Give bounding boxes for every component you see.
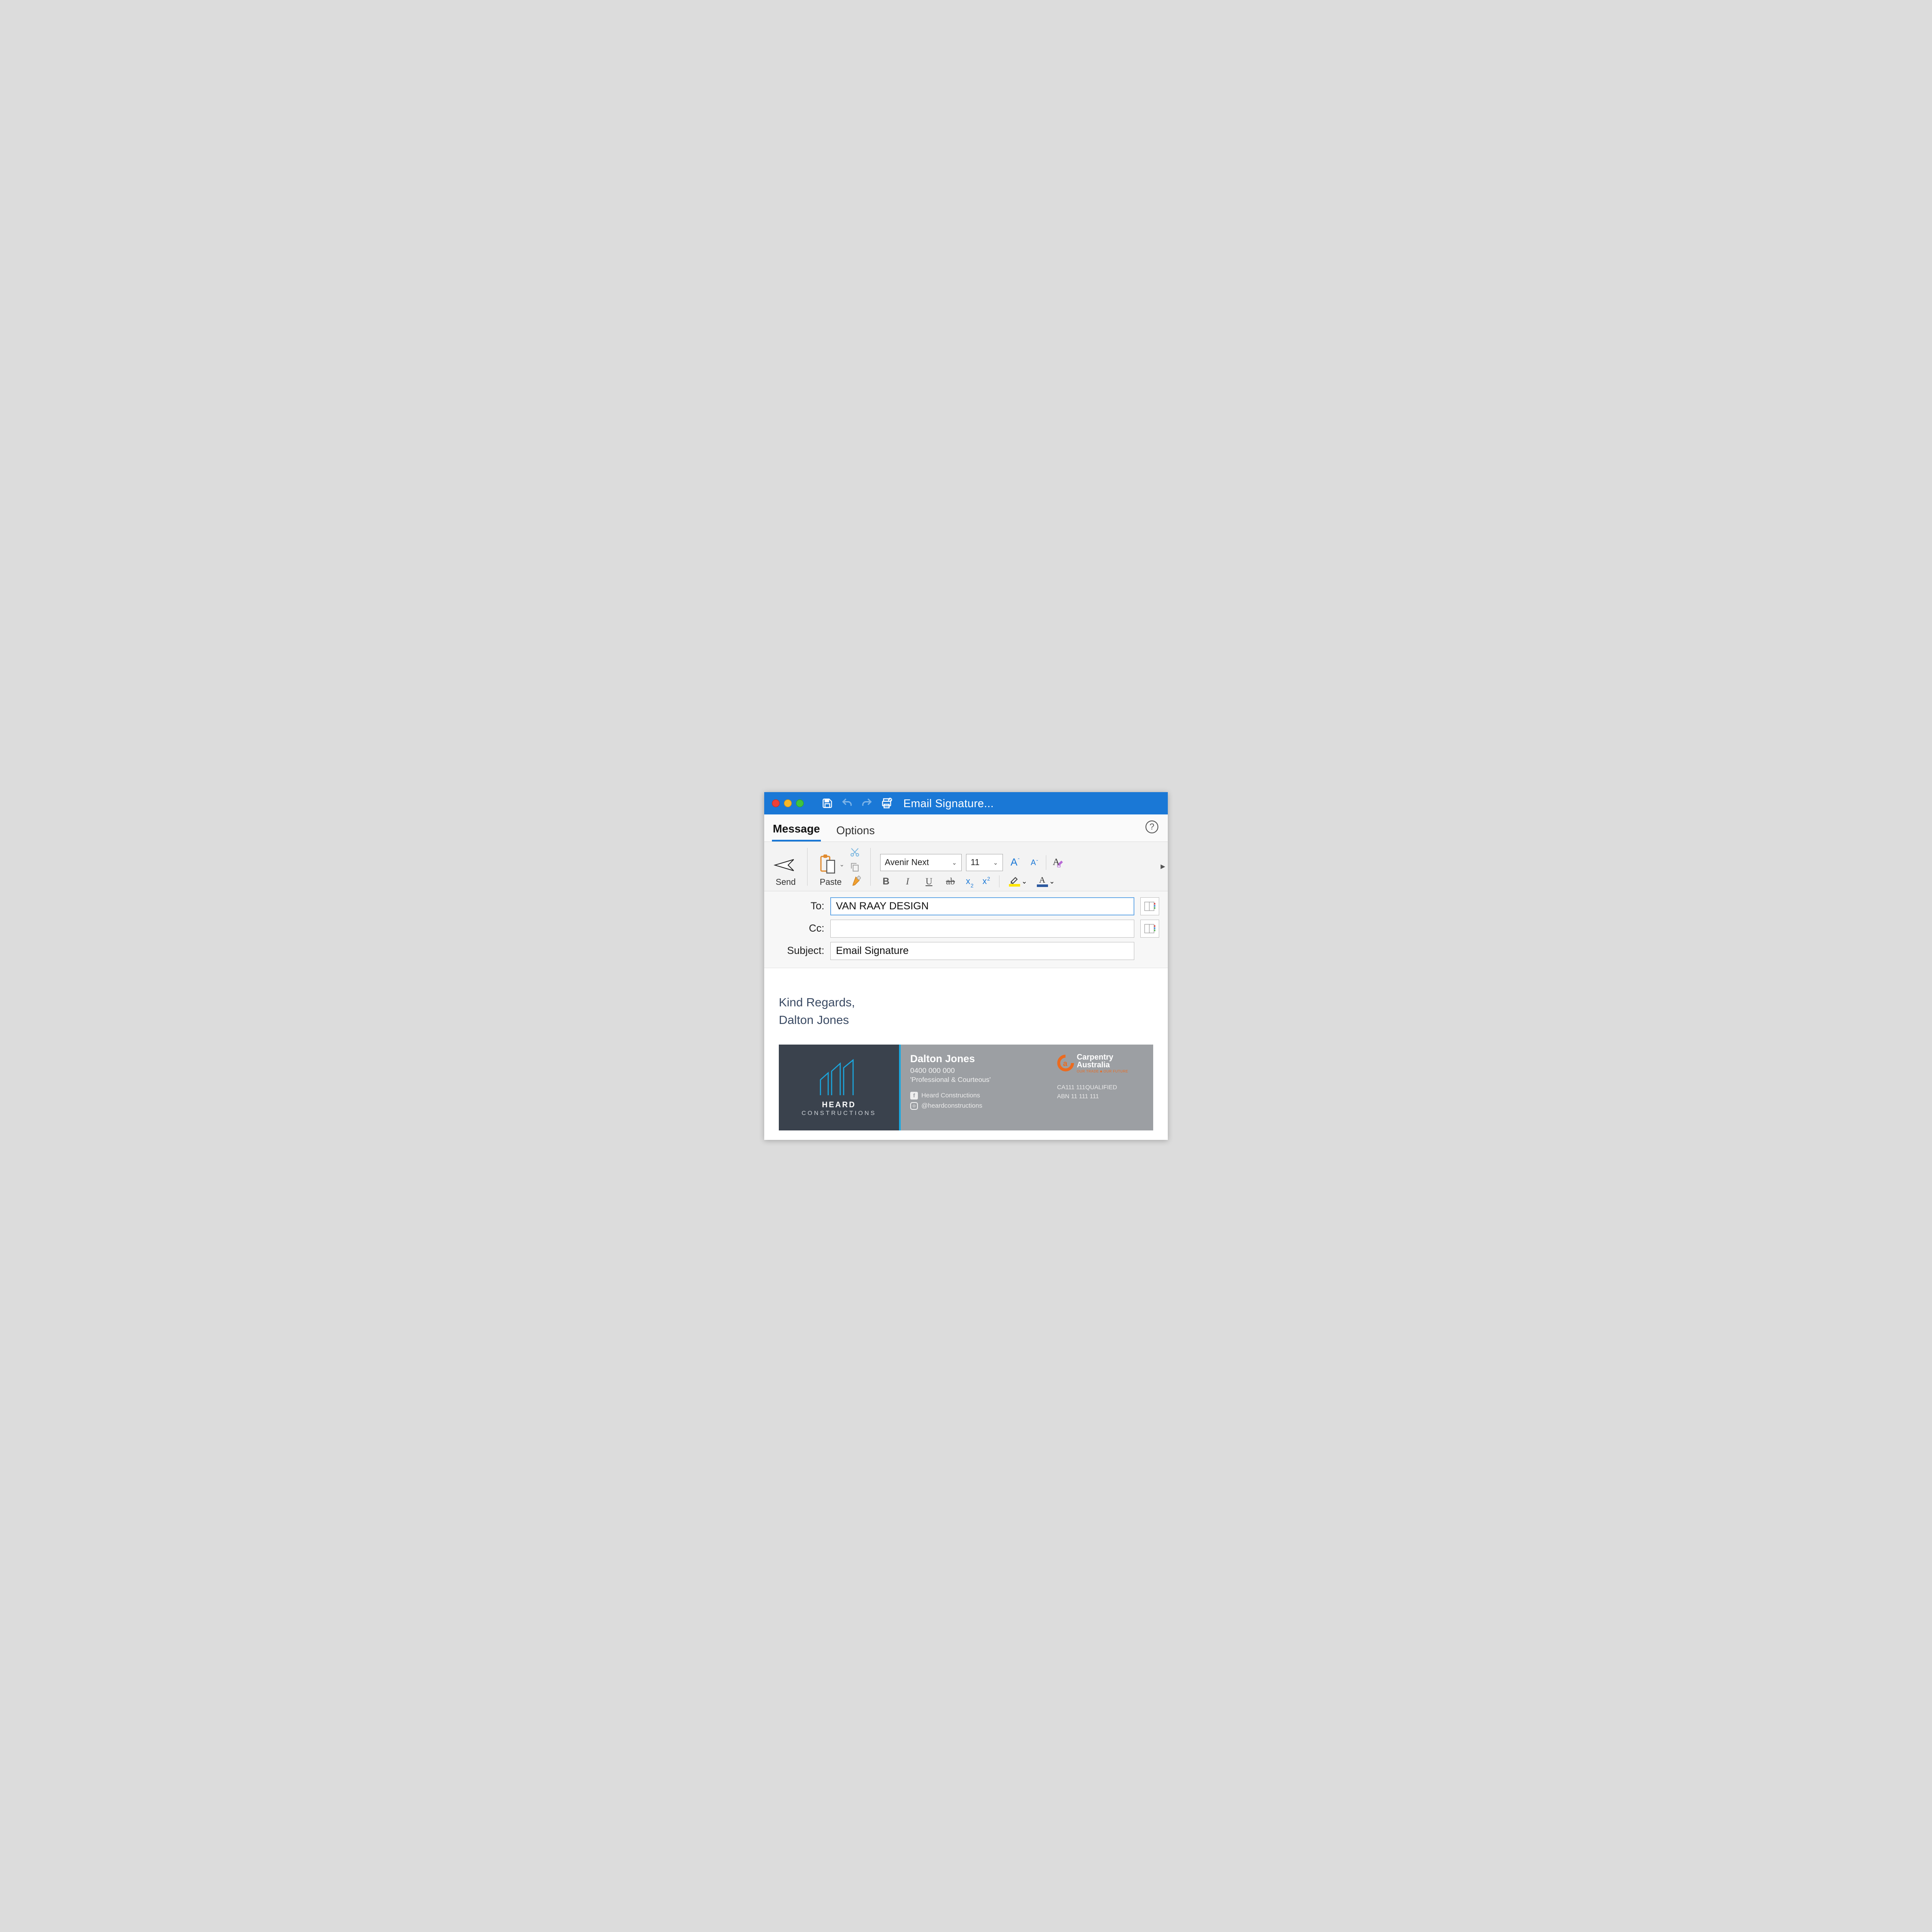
compose-window: Email Signature... Message Options ? Sen… [764,792,1168,1139]
paste-label: Paste [820,878,841,887]
window-controls [772,799,804,807]
signature-card: HEARD CONSTRUCTIONS Dalton Jones 0400 00… [779,1045,1153,1130]
facebook-icon: f [910,1092,918,1100]
tab-options[interactable]: Options [835,820,876,841]
svg-text:a: a [1063,1059,1068,1068]
titlebar: Email Signature... [764,792,1168,814]
signature-phone: 0400 000 000 [910,1066,1045,1075]
save-icon[interactable] [821,797,834,810]
ribbon-overflow-button[interactable]: ▶ [1160,863,1165,870]
qualification-text: CA111 111QUALIFIED [1057,1083,1145,1092]
bold-button[interactable]: B [880,876,892,887]
tab-message[interactable]: Message [772,819,821,841]
help-icon[interactable]: ? [1145,820,1158,833]
cc-input[interactable] [830,920,1134,938]
underline-button[interactable]: U [923,876,935,887]
cc-addressbook-button[interactable] [1140,920,1159,938]
close-window-button[interactable] [772,799,780,807]
font-size-value: 11 [971,858,980,868]
signature-details: Dalton Jones 0400 000 000 'Professional … [901,1045,1054,1130]
send-button[interactable] [774,857,798,875]
redo-icon[interactable] [860,797,873,810]
signature-tagline: 'Professional & Courteous' [910,1076,1045,1084]
brand-name-1: HEARD [822,1100,856,1109]
subject-label: Subject: [773,945,824,957]
minimize-window-button[interactable] [784,799,792,807]
header-fields: To: Cc: Subject: [764,891,1168,968]
greeting-line1: Kind Regards, [779,994,1153,1012]
ribbon: Send ⌄ Paste Avenir Next⌄ [764,841,1168,891]
signature-instagram: @heardconstructions [910,1102,1045,1110]
format-painter-icon[interactable] [849,875,861,887]
font-group: Avenir Next⌄ 11⌄ Aˆ Aˇ A B I U ab x2 x2 [876,846,1068,887]
to-addressbook-button[interactable] [1140,897,1159,915]
paste-button[interactable]: ⌄ [817,854,844,875]
to-input[interactable] [830,897,1134,915]
superscript-button[interactable]: x2 [982,877,990,887]
heard-logo-icon [815,1058,863,1097]
signature-name: Dalton Jones [910,1053,1045,1065]
italic-button[interactable]: I [902,876,914,887]
greeting-line2: Dalton Jones [779,1012,1153,1029]
cc-label: Cc: [773,923,824,935]
signature-facebook: f Heard Constructions [910,1092,1045,1100]
signature-accreditation: a Carpentry Australia OUR TRADE ■ OUR FU… [1054,1045,1153,1130]
signature-logo-panel: HEARD CONSTRUCTIONS [779,1045,899,1130]
paste-group: ⌄ Paste [813,846,865,887]
subject-input[interactable] [830,942,1134,960]
font-color-button[interactable]: A ⌄ [1037,876,1055,887]
grow-font-button[interactable]: Aˆ [1007,857,1023,869]
print-icon[interactable] [880,797,893,810]
maximize-window-button[interactable] [796,799,804,807]
instagram-icon [910,1102,918,1110]
abn-text: ABN 11 111 111 [1057,1092,1145,1101]
font-name-select[interactable]: Avenir Next⌄ [880,854,962,871]
carpentry-australia-logo: a Carpentry Australia OUR TRADE ■ OUR FU… [1057,1053,1145,1073]
highlight-button[interactable]: ⌄ [1009,876,1027,887]
send-label: Send [776,878,796,887]
undo-icon[interactable] [841,797,854,810]
cut-icon[interactable] [849,846,861,858]
window-title: Email Signature... [903,797,994,810]
to-label: To: [773,900,824,912]
send-group: Send [769,846,802,887]
message-body[interactable]: Kind Regards, Dalton Jones HEARD CONSTRU… [764,968,1168,1139]
ca-logo-icon: a [1057,1054,1074,1072]
font-size-select[interactable]: 11⌄ [966,854,1003,871]
font-name-value: Avenir Next [885,858,929,868]
clear-formatting-button[interactable]: A [1051,855,1063,870]
brand-name-2: CONSTRUCTIONS [802,1109,876,1116]
shrink-font-button[interactable]: Aˇ [1027,858,1042,867]
signature-greeting: Kind Regards, Dalton Jones [779,994,1153,1029]
strikethrough-button[interactable]: ab [945,876,957,887]
subscript-button[interactable]: x2 [966,877,973,887]
ribbon-tabs: Message Options ? [764,814,1168,841]
copy-icon[interactable] [849,861,861,873]
